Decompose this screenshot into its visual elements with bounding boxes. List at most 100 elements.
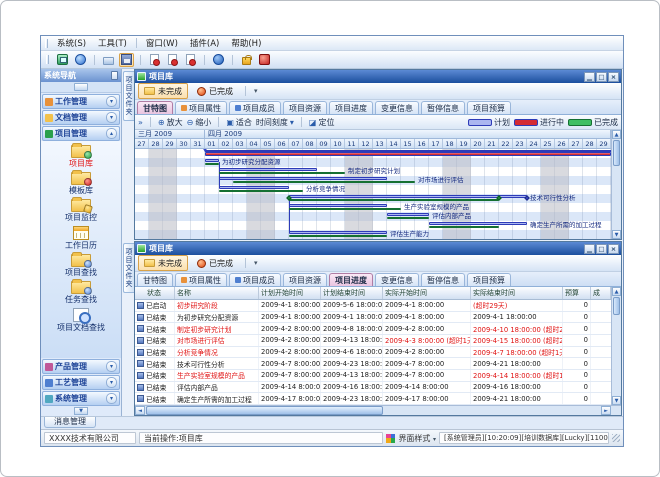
table-tab-项目成员[interactable]: 项目成员 [229, 273, 281, 286]
gantt-tab-暂停信息[interactable]: 暂停信息 [421, 101, 465, 114]
menu-item-4[interactable]: 帮助(H) [225, 36, 267, 50]
tool-适合[interactable]: ▣适合 [226, 117, 252, 128]
sidebar-group-工作管理[interactable]: 工作管理▾ [42, 94, 120, 109]
table-tab-项目预算[interactable]: 项目预算 [467, 273, 511, 286]
tool-放大[interactable]: ⊕放大 [158, 117, 183, 128]
column-header-实际开始时间[interactable]: 实际开始时间 [383, 287, 471, 299]
gantt-bar-actual-对市场进行评估[interactable] [233, 181, 415, 184]
minimize-button[interactable]: ▁ [584, 244, 595, 254]
maximize-button[interactable]: □ [596, 244, 607, 254]
scroll-down-icon[interactable]: ▼ [74, 407, 88, 415]
table-filter-未完成[interactable]: 未完成 [138, 255, 188, 271]
tool-缩小[interactable]: ⊖缩小 [187, 117, 212, 128]
chevron-down-icon[interactable]: ▾ [106, 361, 117, 372]
doc-action-1-button[interactable] [147, 53, 162, 67]
scroll-down-icon[interactable]: ▼ [612, 230, 621, 239]
minimize-button[interactable]: ▁ [584, 72, 595, 82]
sidebar-item-任务查找[interactable]: 任务查找 [41, 280, 121, 305]
sidebar-group-工艺管理[interactable]: 工艺管理▾ [42, 375, 120, 390]
scroll-left-icon[interactable]: ◄ [135, 406, 145, 415]
column-header-成[interactable]: 成 [591, 287, 611, 299]
table-row[interactable]: 已结束技术可行性分析2009-4-7 8:00:002009-4-23 18:0… [135, 358, 611, 370]
open-folder-button[interactable] [101, 53, 116, 67]
project-folder-vertical-tab[interactable]: 项目文件夹 [123, 243, 134, 293]
scrollbar-thumb[interactable] [613, 140, 620, 166]
gantt-bar-plan-确定生产所需的加工过程[interactable] [429, 222, 527, 225]
chevron-down-icon[interactable]: ▾ [106, 112, 117, 123]
gantt-bar-actual-技术可行性分析[interactable] [289, 199, 499, 202]
gantt-bar-actual-制定初步研究计划[interactable] [219, 172, 345, 175]
sidebar-item-项目查找[interactable]: 项目查找 [41, 253, 121, 278]
gantt-bar-plan-为初步研究分配资源[interactable] [205, 159, 219, 162]
gantt-bar-actual-为初步研究分配资源[interactable] [205, 163, 219, 166]
chevron-down-icon[interactable]: ▾ [106, 377, 117, 388]
scroll-up-icon[interactable]: ▲ [612, 130, 621, 139]
table-horizontal-scrollbar[interactable]: ◄ ► [135, 405, 621, 415]
more-tools-chevron-icon[interactable]: » [138, 118, 143, 127]
tab-message-management[interactable]: 消息管理 [44, 417, 96, 428]
scroll-down-icon[interactable]: ▼ [612, 396, 621, 405]
table-tab-项目进度[interactable]: 项目进度 [329, 273, 373, 286]
gantt-bar-plan-生产实验室规模的产品[interactable] [289, 204, 387, 207]
sidebar-collapse-button[interactable] [74, 83, 88, 91]
table-vertical-scrollbar[interactable]: ▲ ▼ [611, 287, 621, 405]
sidebar-item-项目文档查找[interactable]: 项目文档查找 [41, 307, 121, 333]
table-row[interactable]: 已结束为初步研究分配资源2009-4-1 8:00:002009-4-1 18:… [135, 312, 611, 324]
gantt-tab-甘特图[interactable]: 甘特图 [137, 101, 173, 114]
gantt-tab-项目预算[interactable]: 项目预算 [467, 101, 511, 114]
gantt-tab-变更信息[interactable]: 变更信息 [375, 101, 419, 114]
table-tab-项目属性[interactable]: 项目属性 [175, 273, 227, 286]
scrollbar-thumb[interactable] [146, 406, 383, 415]
menu-item-0[interactable]: 系统(S) [51, 36, 92, 50]
gantt-bar-plan-对市场进行评估[interactable] [219, 177, 387, 180]
doc-action-3-button[interactable] [183, 53, 198, 67]
table-row[interactable]: 已结束评估内部产品2009-4-14 8:00:002009-4-16 18:0… [135, 382, 611, 394]
gantt-bar-plan-分析竞争情况[interactable] [219, 186, 289, 189]
chevron-down-icon[interactable]: ▾ [106, 393, 117, 404]
column-header-实际结束时间[interactable]: 实际结束时间 [471, 287, 563, 299]
exit-button[interactable] [257, 53, 272, 67]
column-header-状态[interactable]: 状态 [135, 287, 175, 299]
sidebar-group-文档管理[interactable]: 文档管理▾ [42, 110, 120, 125]
gantt-bar-actual-评估生产能力[interactable] [289, 235, 387, 238]
table-tab-甘特图[interactable]: 甘特图 [137, 273, 173, 286]
maximize-button[interactable]: □ [596, 72, 607, 82]
gantt-bar-plan-评估内部产品[interactable] [387, 213, 429, 216]
sidebar-item-项目库[interactable]: 项目库 [41, 144, 121, 169]
menu-item-3[interactable]: 插件(A) [184, 36, 225, 50]
sidebar-group-系统管理[interactable]: 系统管理▾ [42, 391, 120, 406]
menu-item-1[interactable]: 工具(T) [92, 36, 133, 50]
table-filter-已完成[interactable]: 已完成 [191, 255, 239, 271]
interface-style-dropdown[interactable]: 界面样式 ▾ [398, 433, 436, 444]
gantt-bar-plan-制定初步研究计划[interactable] [219, 168, 317, 171]
project-folder-vertical-tab[interactable]: 项目文件夹 [123, 71, 134, 121]
column-header-名称[interactable]: 名称 [175, 287, 259, 299]
menubar-grip[interactable] [45, 39, 48, 48]
table-row[interactable]: 已结束生产实验室规模的产品2009-4-7 8:00:002009-4-13 1… [135, 370, 611, 382]
table-row[interactable]: 已结束确定生产所需的加工过程2009-4-17 8:00:002009-4-23… [135, 393, 611, 405]
gantt-bar-actual-生产实验室规模的产品[interactable] [289, 208, 401, 211]
table-tab-项目资源[interactable]: 项目资源 [283, 273, 327, 286]
column-header-计划开始时间[interactable]: 计划开始时间 [259, 287, 321, 299]
scroll-right-icon[interactable]: ► [601, 406, 611, 415]
chevron-up-icon[interactable]: ▴ [106, 128, 117, 139]
sidebar-item-模板库[interactable]: 模板库 [41, 171, 121, 196]
menu-item-2[interactable]: 窗口(W) [140, 36, 184, 50]
save-button[interactable] [119, 53, 134, 67]
column-header-计划结束时间[interactable]: 计划结束时间 [321, 287, 383, 299]
tool-定位[interactable]: ◪定位 [309, 117, 335, 128]
doc-action-2-button[interactable] [165, 53, 180, 67]
gantt-bar-actual-评估内部产品[interactable] [387, 217, 429, 220]
gantt-tab-项目成员[interactable]: 项目成员 [229, 101, 281, 114]
gantt-filter-未完成[interactable]: 未完成 [138, 83, 188, 99]
gantt-bar-actual-分析竞争情况[interactable] [219, 190, 303, 193]
gantt-filter-已完成[interactable]: 已完成 [191, 83, 239, 99]
close-button[interactable]: × [608, 72, 619, 82]
scroll-up-icon[interactable]: ▲ [612, 287, 621, 296]
gantt-tab-项目属性[interactable]: 项目属性 [175, 101, 227, 114]
gantt-bar-actual-确定生产所需的加工过程[interactable] [429, 226, 499, 229]
sidebar-item-项目监控[interactable]: 项目监控 [41, 198, 121, 223]
table-tab-变更信息[interactable]: 变更信息 [375, 273, 419, 286]
workspace-button[interactable] [55, 53, 70, 67]
toolbar-grip[interactable] [46, 55, 49, 64]
